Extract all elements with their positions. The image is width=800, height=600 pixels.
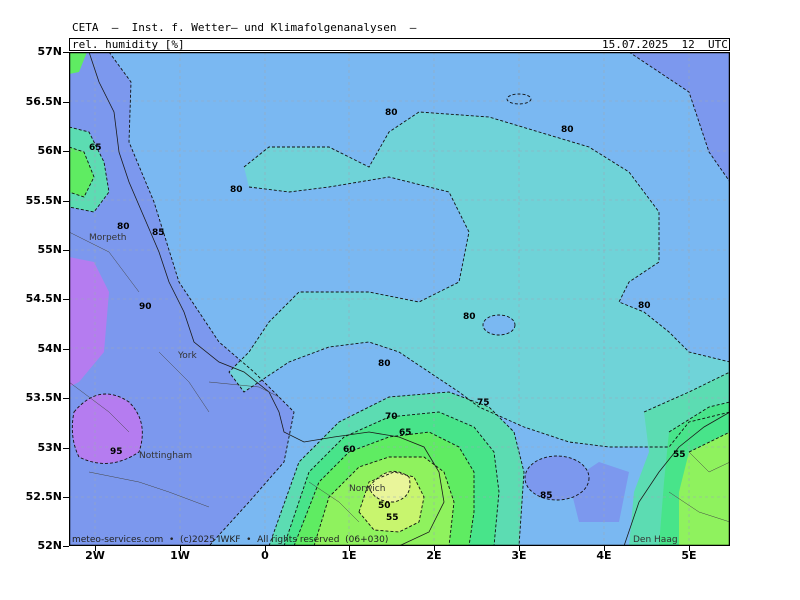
contour-label: 80 <box>230 185 243 195</box>
contour-label: 65 <box>89 143 102 153</box>
lat-label: 54.5N <box>25 292 62 305</box>
contour-label: 80 <box>378 359 391 369</box>
lat-tick <box>63 52 69 53</box>
city-norwich: Norwich <box>349 484 386 494</box>
lat-tick <box>63 546 69 547</box>
lat-label: 57N <box>37 45 62 58</box>
lat-label: 56.5N <box>25 95 62 108</box>
lat-label: 56N <box>37 144 62 157</box>
humidity-map <box>69 52 730 546</box>
lon-tick <box>180 546 181 551</box>
lat-label: 53N <box>37 441 62 454</box>
lat-tick <box>63 151 69 152</box>
lon-tick <box>349 546 350 551</box>
lon-tick <box>689 546 690 551</box>
contour-label: 55 <box>673 450 686 460</box>
lat-label: 52N <box>37 539 62 552</box>
lon-tick <box>95 546 96 551</box>
contour-label: 75 <box>477 398 490 408</box>
lon-tick <box>265 546 266 551</box>
lat-tick <box>63 299 69 300</box>
lat-tick <box>63 349 69 350</box>
lon-label: 0 <box>261 549 269 562</box>
city-morpeth: Morpeth <box>89 233 127 243</box>
city-york: York <box>178 351 197 361</box>
lat-label: 55.5N <box>25 194 62 207</box>
lat-label: 52.5N <box>25 490 62 503</box>
contour-label: 70 <box>385 412 398 422</box>
lon-label: 2E <box>426 549 442 562</box>
contour-label: 85 <box>152 228 165 238</box>
lon-tick <box>604 546 605 551</box>
lat-tick <box>63 250 69 251</box>
map-title: CETA — Inst. f. Wetter— und Klimafolgena… <box>72 21 417 34</box>
contour-label: 80 <box>463 312 476 322</box>
valid-time: 15.07.2025 12 UTC <box>602 38 728 51</box>
lon-tick <box>519 546 520 551</box>
lat-label: 53.5N <box>25 391 62 404</box>
contour-label: 95 <box>110 447 123 457</box>
contour-label: 80 <box>561 125 574 135</box>
lat-tick <box>63 398 69 399</box>
lon-label: 1W <box>170 549 190 562</box>
contour-label: 85 <box>540 491 553 501</box>
contour-label: 80 <box>117 222 130 232</box>
lon-label: 2W <box>85 549 105 562</box>
contour-label: 80 <box>638 301 651 311</box>
lat-tick <box>63 201 69 202</box>
lat-tick <box>63 497 69 498</box>
lon-label: 1E <box>341 549 357 562</box>
lat-tick <box>63 448 69 449</box>
contour-label: 60 <box>343 445 356 455</box>
contour-label: 65 <box>399 428 412 438</box>
contour-label: 55 <box>386 513 399 523</box>
lat-label: 55N <box>37 243 62 256</box>
contour-label: 90 <box>139 302 152 312</box>
lon-label: 4E <box>596 549 612 562</box>
lat-tick <box>63 102 69 103</box>
contour-label: 80 <box>385 108 398 118</box>
copyright-footer: meteo-services.com • (c)2025 IWKF • All … <box>72 535 389 545</box>
lon-tick <box>434 546 435 551</box>
lon-label: 5E <box>681 549 697 562</box>
contour-label: 50 <box>378 501 391 511</box>
lon-label: 3E <box>511 549 527 562</box>
variable-label: rel. humidity [%] <box>72 38 185 51</box>
city-nottingham: Nottingham <box>139 451 193 461</box>
lat-label: 54N <box>37 342 62 355</box>
city-den-haag: Den Haag <box>633 535 678 545</box>
